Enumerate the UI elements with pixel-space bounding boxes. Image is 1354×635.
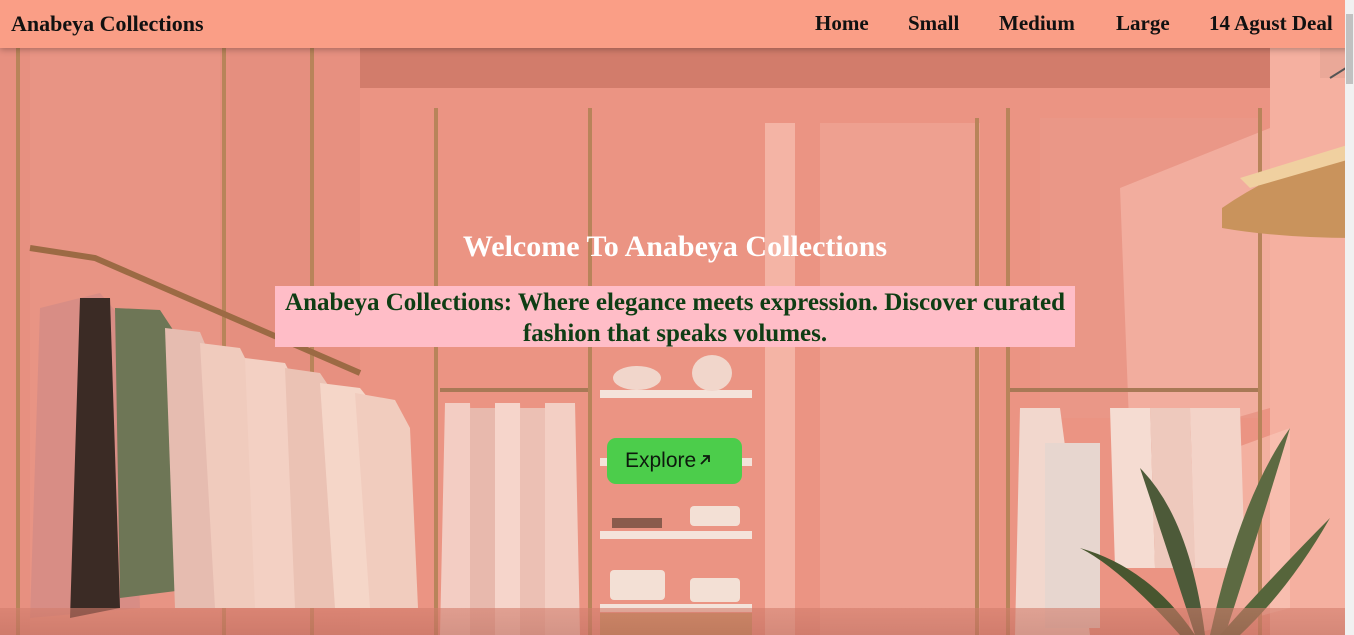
explore-button-label: Explore [625, 449, 697, 472]
hero-section: Welcome To Anabeya Collections Anabeya C… [0, 48, 1354, 635]
hero-headline: Welcome To Anabeya Collections [462, 230, 888, 263]
nav-links: Home Small Medium Large 14 Agust Deal [0, 11, 1354, 39]
nav-link-deal[interactable]: 14 Agust Deal [1209, 11, 1333, 36]
scrollbar-thumb[interactable] [1346, 14, 1353, 84]
nav-link-medium[interactable]: Medium [999, 11, 1075, 36]
nav-link-home[interactable]: Home [815, 11, 869, 36]
nav-link-large[interactable]: Large [1116, 11, 1170, 36]
top-navbar: Anabeya Collections Home Small Medium La… [0, 0, 1354, 48]
hero-tagline-box: Anabeya Collections: Where elegance meet… [275, 286, 1075, 347]
nav-link-small[interactable]: Small [908, 11, 959, 36]
explore-button[interactable]: Explore [607, 438, 742, 484]
arrow-up-right-icon [698, 438, 712, 484]
hero-tagline: Anabeya Collections: Where elegance meet… [285, 289, 1065, 347]
page-scrollbar[interactable] [1345, 0, 1354, 635]
